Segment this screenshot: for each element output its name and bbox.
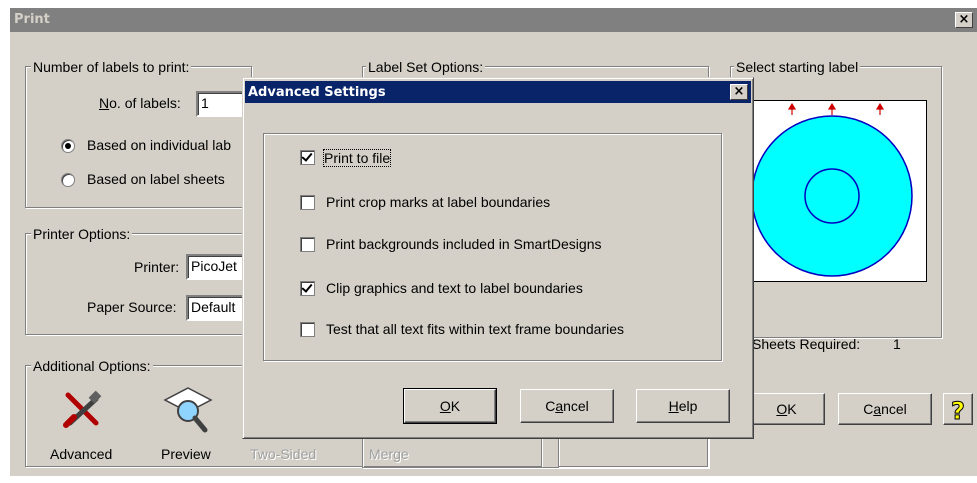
radio-sheets-label: Based on label sheets bbox=[87, 171, 225, 187]
no-labels-label: No. of labels: bbox=[99, 95, 181, 111]
main-ok-button[interactable]: OK bbox=[748, 393, 825, 425]
dialog-close-button[interactable]: × bbox=[730, 84, 748, 100]
printer-label: Printer: bbox=[134, 259, 180, 275]
crop-marks-checkbox[interactable] bbox=[300, 195, 315, 210]
disc-label-graphic bbox=[751, 102, 913, 277]
backgrounds-checkbox[interactable] bbox=[300, 237, 315, 252]
text-fit-label[interactable]: Test that all text fits within text fram… bbox=[326, 321, 624, 337]
additional-group-label: Additional Options: bbox=[31, 358, 153, 374]
dialog-ok-button[interactable]: OK bbox=[403, 388, 497, 424]
print-to-file-label[interactable]: Print to file bbox=[322, 149, 392, 167]
sheets-required-label: Sheets Required: bbox=[752, 336, 861, 352]
radio-individual[interactable] bbox=[61, 139, 75, 153]
tools-icon bbox=[63, 390, 102, 428]
close-icon: × bbox=[733, 84, 745, 99]
window-title: Print bbox=[14, 12, 50, 27]
svg-text:?: ? bbox=[951, 397, 965, 423]
count-group-label: Number of labels to print: bbox=[31, 59, 192, 75]
preview-label: Preview bbox=[161, 446, 211, 462]
dialog-title: Advanced Settings bbox=[248, 85, 386, 100]
clip-graphics-label[interactable]: Clip graphics and text to label boundari… bbox=[326, 280, 583, 296]
sheets-required-value: 1 bbox=[893, 336, 901, 352]
radio-individual-label: Based on individual lab bbox=[87, 137, 231, 153]
text-fit-checkbox[interactable] bbox=[300, 322, 315, 337]
print-to-file-checkbox[interactable] bbox=[300, 150, 315, 165]
print-titlebar: Print bbox=[10, 8, 977, 32]
position-arrows bbox=[787, 102, 885, 115]
advanced-label: Advanced bbox=[50, 446, 113, 462]
label-preview[interactable] bbox=[745, 100, 927, 282]
advanced-button[interactable] bbox=[60, 387, 106, 433]
clip-graphics-checkbox[interactable] bbox=[300, 281, 315, 296]
window-close-button[interactable]: × bbox=[955, 12, 973, 28]
two-sided-label: Two-Sided bbox=[250, 446, 317, 462]
help-icon: ? bbox=[951, 397, 966, 426]
main-help-button[interactable]: ? bbox=[943, 393, 973, 426]
dialog-cancel-button[interactable]: Cancel bbox=[520, 389, 614, 423]
crop-marks-label[interactable]: Print crop marks at label boundaries bbox=[326, 194, 550, 210]
close-icon: × bbox=[958, 12, 970, 27]
label-set-subgroup bbox=[558, 435, 708, 467]
label-set-group-label: Label Set Options: bbox=[366, 59, 486, 75]
radio-sheets[interactable] bbox=[61, 173, 75, 187]
dialog-help-button[interactable]: Help bbox=[636, 389, 730, 423]
main-cancel-button[interactable]: Cancel bbox=[838, 393, 932, 425]
preview-button[interactable] bbox=[163, 384, 213, 434]
magnifier-icon bbox=[163, 387, 213, 433]
backgrounds-label[interactable]: Print backgrounds included in SmartDesig… bbox=[326, 236, 601, 252]
paper-source-label: Paper Source: bbox=[87, 299, 177, 315]
dialog-titlebar: Advanced Settings bbox=[245, 81, 751, 103]
printer-group-label: Printer Options: bbox=[31, 226, 133, 242]
start-label-group-label: Select starting label bbox=[734, 59, 861, 75]
